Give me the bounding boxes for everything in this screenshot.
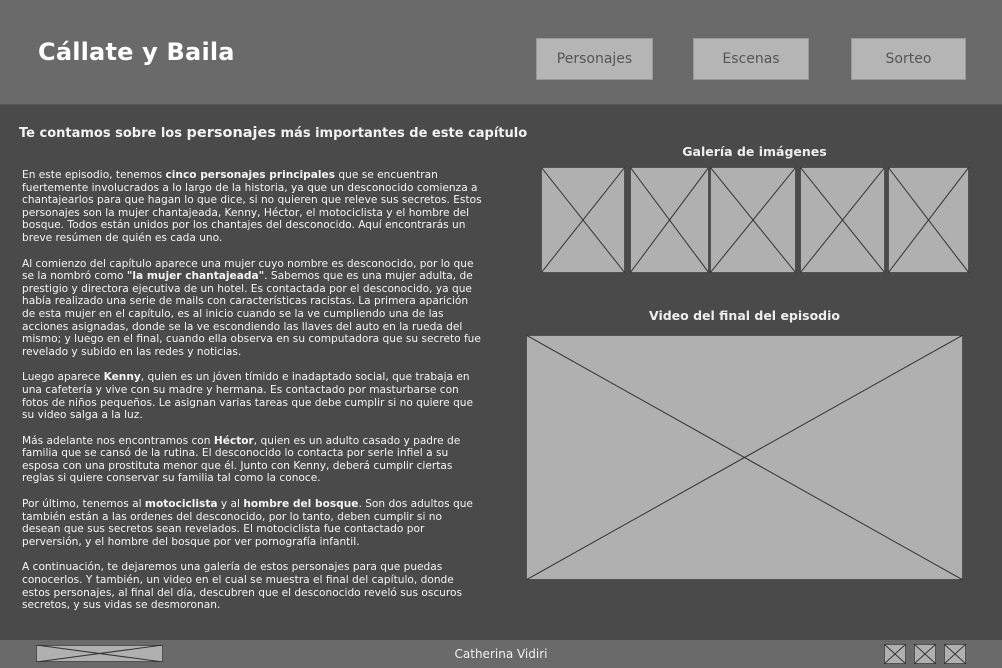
gallery-image-placeholder[interactable]: [888, 167, 969, 273]
gallery-title: Galería de imágenes: [682, 144, 827, 159]
image-placeholder-icon: [914, 644, 936, 664]
nav-button-sorteo[interactable]: Sorteo: [851, 38, 966, 80]
text-run: Luego aparece: [22, 371, 104, 384]
text-run: y al: [217, 498, 244, 511]
social-icon[interactable]: [914, 644, 936, 664]
bold-text: cinco personajes principales: [165, 169, 336, 181]
bold-text: Kenny: [103, 371, 141, 384]
image-placeholder-icon: [710, 167, 796, 273]
intro-suffix: más importantes de este capítulo: [275, 126, 528, 141]
bold-text: motociclista: [144, 498, 218, 511]
intro-highlight: personajes: [186, 125, 276, 141]
social-icon[interactable]: [884, 644, 906, 664]
image-placeholder-icon: [800, 167, 885, 273]
main-content: Te contamos sobre los personajes más imp…: [0, 105, 1002, 640]
image-placeholder-icon: [541, 167, 625, 273]
text-run: . Sabemos que es una mujer adulta, de pr…: [22, 270, 481, 358]
footer: Catherina Vidiri: [0, 640, 1002, 668]
gallery-image-placeholder[interactable]: [541, 167, 625, 273]
site-title: Cállate y Baila: [38, 38, 235, 66]
video-player-placeholder[interactable]: [526, 335, 963, 580]
social-icon[interactable]: [944, 644, 966, 664]
bold-text: hombre del bosque: [243, 498, 359, 511]
image-placeholder-icon: [884, 644, 906, 664]
header: Cállate y Baila Personajes Escenas Sorte…: [0, 0, 1002, 105]
intro-heading: Te contamos sobre los personajes más imp…: [19, 125, 527, 141]
image-placeholder-icon: [630, 167, 709, 273]
image-placeholder-icon: [944, 644, 966, 664]
footer-author: Catherina Vidiri: [454, 647, 548, 661]
video-placeholder-icon: [526, 335, 963, 580]
intro-prefix: Te contamos sobre los: [19, 126, 187, 141]
text-run: Por último, tenemos al: [22, 498, 145, 511]
nav-button-escenas[interactable]: Escenas: [693, 38, 809, 80]
text-run: Más adelante nos encontramos con: [22, 434, 214, 447]
article-paragraph: Más adelante nos encontramos con Héctor,…: [22, 435, 482, 485]
article-paragraph: Luego aparece Kenny, quien es un jóven t…: [22, 371, 482, 421]
article-paragraph: Al comienzo del capítulo aparece una muj…: [22, 258, 482, 359]
text-run: A continuación, te dejaremos una galería…: [22, 561, 463, 612]
image-placeholder-icon: [888, 167, 969, 273]
article-paragraph: A continuación, te dejaremos una galería…: [22, 561, 482, 611]
gallery-image-placeholder[interactable]: [800, 167, 885, 273]
article-paragraph: En este episodio, tenemos cinco personaj…: [22, 169, 482, 245]
gallery-image-placeholder[interactable]: [710, 167, 796, 273]
gallery-image-placeholder[interactable]: [630, 167, 709, 273]
article-paragraph: Por último, tenemos al motociclista y al…: [22, 498, 482, 548]
article-text: En este episodio, tenemos cinco personaj…: [22, 169, 482, 625]
nav-button-personajes[interactable]: Personajes: [536, 38, 653, 80]
video-title: Video del final del episodio: [648, 308, 841, 323]
bold-text: Héctor: [213, 434, 254, 447]
bold-text: "la mujer chantajeada": [126, 270, 265, 283]
text-run: En este episodio, tenemos: [22, 169, 166, 181]
